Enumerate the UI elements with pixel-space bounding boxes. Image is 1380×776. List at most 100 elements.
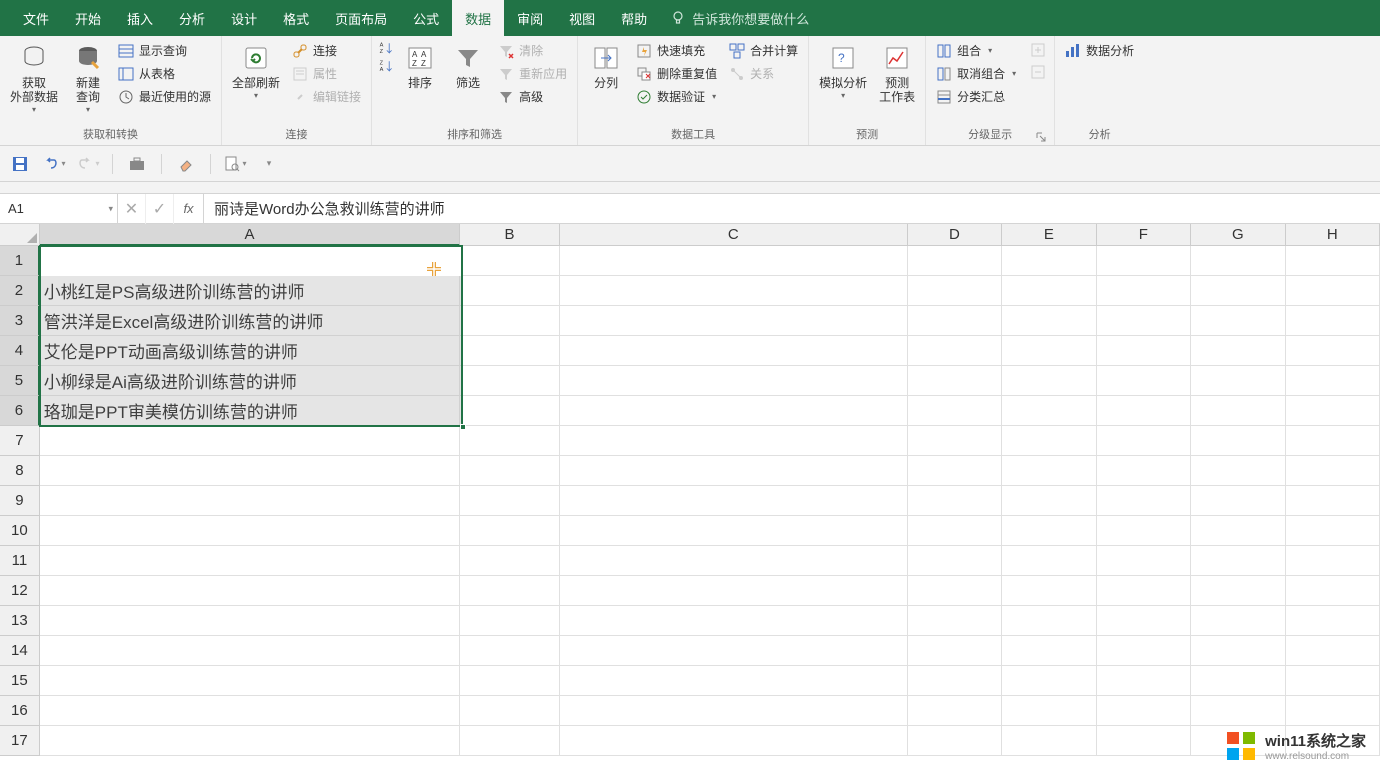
cell-G5[interactable]: [1191, 366, 1285, 396]
group-button[interactable]: 组合▾: [932, 40, 1020, 61]
cell-C3[interactable]: [560, 306, 908, 336]
cell-A7[interactable]: [40, 426, 460, 456]
cell-G11[interactable]: [1191, 546, 1285, 576]
cell-G8[interactable]: [1191, 456, 1285, 486]
cell-A4[interactable]: 艾伦是PPT动画高级训练营的讲师: [40, 336, 460, 366]
show-queries-button[interactable]: 显示查询: [114, 40, 215, 61]
toolbox-button[interactable]: [123, 150, 151, 178]
cell-A15[interactable]: [40, 666, 460, 696]
cell-D4[interactable]: [908, 336, 1002, 366]
cell-G13[interactable]: [1191, 606, 1285, 636]
cell-C1[interactable]: [560, 246, 908, 276]
cell-B11[interactable]: [460, 546, 559, 576]
cell-C2[interactable]: [560, 276, 908, 306]
cell-B5[interactable]: [460, 366, 559, 396]
cell-G7[interactable]: [1191, 426, 1285, 456]
cell-D16[interactable]: [908, 696, 1002, 726]
cell-D15[interactable]: [908, 666, 1002, 696]
cell-A8[interactable]: [40, 456, 460, 486]
select-all-corner[interactable]: [0, 224, 40, 246]
tab-home[interactable]: 开始: [62, 0, 114, 36]
undo-button[interactable]: ▾: [40, 150, 68, 178]
cell-E15[interactable]: [1002, 666, 1096, 696]
cell-F10[interactable]: [1097, 516, 1191, 546]
cell-A6[interactable]: 珞珈是PPT审美模仿训练营的讲师: [40, 396, 460, 426]
cell-F8[interactable]: [1097, 456, 1191, 486]
cell-F15[interactable]: [1097, 666, 1191, 696]
cell-C13[interactable]: [560, 606, 908, 636]
row-header-1[interactable]: 1: [0, 246, 40, 276]
col-header-F[interactable]: F: [1097, 224, 1191, 246]
whatif-button[interactable]: ? 模拟分析 ▾: [815, 40, 871, 102]
cell-G1[interactable]: [1191, 246, 1285, 276]
advanced-filter-button[interactable]: 高级: [494, 86, 571, 107]
row-header-7[interactable]: 7: [0, 426, 40, 456]
cell-G15[interactable]: [1191, 666, 1285, 696]
cell-D7[interactable]: [908, 426, 1002, 456]
cell-B7[interactable]: [460, 426, 559, 456]
formula-input[interactable]: 丽诗是Word办公急救训练营的讲师: [204, 194, 1380, 223]
cell-F6[interactable]: [1097, 396, 1191, 426]
consolidate-button[interactable]: 合并计算: [725, 40, 802, 61]
cell-E13[interactable]: [1002, 606, 1096, 636]
cell-A13[interactable]: [40, 606, 460, 636]
cell-F9[interactable]: [1097, 486, 1191, 516]
cell-D11[interactable]: [908, 546, 1002, 576]
cell-C9[interactable]: [560, 486, 908, 516]
cell-C14[interactable]: [560, 636, 908, 666]
cell-D13[interactable]: [908, 606, 1002, 636]
cell-E14[interactable]: [1002, 636, 1096, 666]
col-header-G[interactable]: G: [1191, 224, 1285, 246]
cell-G12[interactable]: [1191, 576, 1285, 606]
row-header-12[interactable]: 12: [0, 576, 40, 606]
tab-data[interactable]: 数据: [452, 0, 504, 36]
row-header-16[interactable]: 16: [0, 696, 40, 726]
cell-F11[interactable]: [1097, 546, 1191, 576]
col-header-D[interactable]: D: [908, 224, 1002, 246]
col-header-C[interactable]: C: [560, 224, 908, 246]
data-validation-button[interactable]: 数据验证▾: [632, 86, 721, 107]
cell-D2[interactable]: [908, 276, 1002, 306]
cell-F1[interactable]: [1097, 246, 1191, 276]
redo-button[interactable]: ▾: [74, 150, 102, 178]
eraser-button[interactable]: [172, 150, 200, 178]
cell-C16[interactable]: [560, 696, 908, 726]
filter-button[interactable]: 筛选: [446, 40, 490, 92]
cell-F14[interactable]: [1097, 636, 1191, 666]
col-header-E[interactable]: E: [1002, 224, 1096, 246]
cell-B4[interactable]: [460, 336, 559, 366]
row-header-15[interactable]: 15: [0, 666, 40, 696]
data-analysis-button[interactable]: 数据分析: [1061, 40, 1138, 61]
cell-F12[interactable]: [1097, 576, 1191, 606]
cell-D8[interactable]: [908, 456, 1002, 486]
col-header-H[interactable]: H: [1286, 224, 1380, 246]
row-header-10[interactable]: 10: [0, 516, 40, 546]
cell-E17[interactable]: [1002, 726, 1096, 756]
cell-H15[interactable]: [1286, 666, 1380, 696]
cell-H14[interactable]: [1286, 636, 1380, 666]
tell-me[interactable]: 告诉我你想要做什么: [670, 9, 809, 28]
cell-A3[interactable]: 管洪洋是Excel高级进阶训练营的讲师: [40, 306, 460, 336]
cell-H12[interactable]: [1286, 576, 1380, 606]
recent-sources-button[interactable]: 最近使用的源: [114, 86, 215, 107]
cell-A17[interactable]: [40, 726, 460, 756]
cell-H10[interactable]: [1286, 516, 1380, 546]
cell-H3[interactable]: [1286, 306, 1380, 336]
cell-F17[interactable]: [1097, 726, 1191, 756]
cell-B9[interactable]: [460, 486, 559, 516]
cell-B1[interactable]: [460, 246, 559, 276]
dialog-launcher-icon[interactable]: [1036, 132, 1046, 142]
cell-B12[interactable]: [460, 576, 559, 606]
tab-design[interactable]: 设计: [218, 0, 270, 36]
cell-C8[interactable]: [560, 456, 908, 486]
col-header-A[interactable]: A: [40, 224, 461, 246]
cell-G2[interactable]: [1191, 276, 1285, 306]
cell-G3[interactable]: [1191, 306, 1285, 336]
new-query-button[interactable]: 新建 查询 ▾: [66, 40, 110, 116]
tab-formula[interactable]: 公式: [400, 0, 452, 36]
tab-format[interactable]: 格式: [270, 0, 322, 36]
cell-D10[interactable]: [908, 516, 1002, 546]
cell-B10[interactable]: [460, 516, 559, 546]
cell-G4[interactable]: [1191, 336, 1285, 366]
text-to-columns-button[interactable]: 分列: [584, 40, 628, 92]
